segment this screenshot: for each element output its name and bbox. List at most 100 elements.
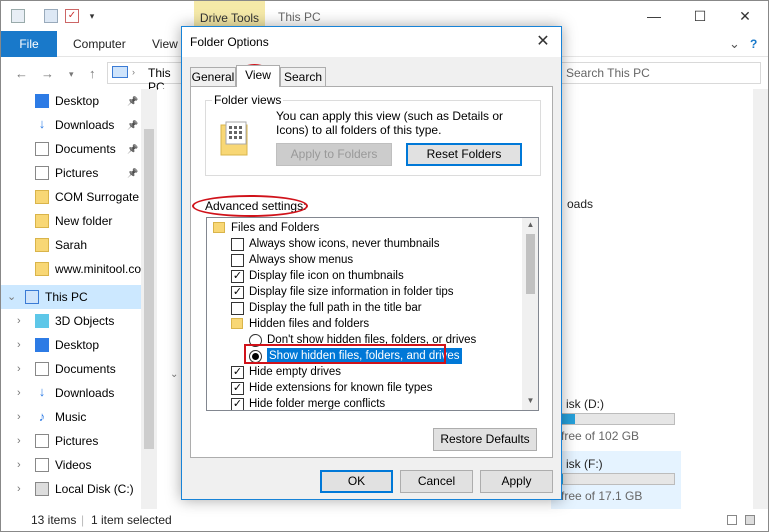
nav-item[interactable]: Desktop 📌 — [1, 89, 141, 113]
help-icon[interactable]: ? — [750, 31, 757, 57]
reset-folders-button[interactable]: Reset Folders — [406, 143, 522, 166]
apply-to-folders-button[interactable]: Apply to Folders — [276, 143, 392, 166]
nav-item[interactable]: ⌄ This PC — [1, 285, 157, 309]
forward-icon[interactable]: → — [41, 66, 54, 81]
nav-scroll-thumb[interactable] — [144, 129, 154, 449]
nav-item[interactable]: New folder — [1, 209, 141, 233]
tree-row-checkbox[interactable]: ✓ Hide empty drives — [207, 364, 519, 380]
tree-row-checkbox[interactable]: ✓ Display file icon on thumbnails — [207, 268, 519, 284]
tree-row-label: Display file size information in folder … — [249, 286, 454, 298]
pin-icon[interactable]: 📌 — [127, 161, 138, 185]
nav-item[interactable]: Pictures 📌 — [1, 161, 141, 185]
nav-item[interactable]: › Videos — [1, 453, 141, 477]
nav-scrollbar[interactable] — [141, 89, 157, 509]
collapsed-chevron-icon[interactable]: › — [17, 309, 21, 333]
tree-row-checkbox[interactable]: ✓ Hide folder merge conflicts — [207, 396, 519, 410]
checkbox-checked[interactable]: ✓ — [231, 270, 244, 283]
expand-ribbon-icon[interactable]: ⌄ — [729, 31, 740, 57]
tree-scroll-thumb[interactable] — [526, 234, 535, 294]
tree-row-checkbox[interactable]: Always show icons, never thumbnails — [207, 236, 519, 252]
tree-row-checkbox[interactable]: ✓ Hide extensions for known file types — [207, 380, 519, 396]
drive-f-label[interactable]: isk (F:) — [566, 457, 603, 471]
back-icon[interactable]: ← — [15, 66, 28, 81]
nav-item-label: www.minitool.co — [55, 262, 141, 276]
properties-icon[interactable] — [44, 9, 58, 23]
music-icon: ♪ — [35, 410, 49, 424]
expanded-chevron-icon[interactable]: ⌄ — [7, 285, 16, 309]
tab-general[interactable]: General — [190, 67, 236, 87]
tree-row-checkbox[interactable]: Always show menus — [207, 252, 519, 268]
tab-search[interactable]: Search — [280, 67, 326, 87]
collapsed-chevron-icon[interactable]: › — [17, 357, 21, 381]
collapsed-chevron-icon[interactable]: › — [17, 333, 21, 357]
up-icon[interactable]: ↑ — [89, 66, 96, 81]
tab-view-active[interactable]: View — [236, 65, 280, 87]
address-input[interactable]: › This PC — [107, 62, 181, 94]
nav-item[interactable]: › 3D Objects — [1, 309, 141, 333]
status-divider: | — [81, 513, 85, 527]
pin-icon[interactable]: 📌 — [127, 89, 138, 113]
tree-row-checkbox[interactable]: Display the full path in the title bar — [207, 300, 519, 316]
collapsed-chevron-icon[interactable]: › — [17, 477, 21, 501]
content-scrollbar[interactable] — [753, 89, 768, 509]
recent-locations-icon[interactable]: ▾ — [69, 69, 74, 80]
collapsed-chevron-icon[interactable]: › — [17, 429, 21, 453]
tab-computer[interactable]: Computer — [73, 31, 126, 57]
nav-item[interactable]: www.minitool.co — [1, 257, 141, 281]
collapsed-chevron-icon[interactable]: › — [17, 453, 21, 477]
nav-item[interactable]: › ♪ Music — [1, 405, 141, 429]
advanced-settings-tree[interactable]: Files and Folders Always show icons, neve… — [206, 217, 539, 411]
tree-row-label: Hide empty drives — [249, 366, 342, 378]
checkbox-checked[interactable]: ✓ — [231, 286, 244, 299]
details-view-icon[interactable] — [727, 515, 737, 525]
large-icons-view-icon[interactable] — [745, 515, 755, 525]
minimize-button[interactable]: — — [631, 1, 677, 31]
nav-item[interactable]: › ↓ Downloads — [1, 381, 141, 405]
tree-row-checkbox[interactable]: ✓ Display file size information in folder… — [207, 284, 519, 300]
scroll-up-icon[interactable]: ▲ — [522, 220, 538, 229]
folder-icon — [35, 190, 49, 204]
checkbox-checked[interactable]: ✓ — [231, 366, 244, 379]
nav-item[interactable]: Documents 📌 — [1, 137, 141, 161]
cancel-button[interactable]: Cancel — [400, 470, 473, 493]
apply-button[interactable]: Apply — [480, 470, 553, 493]
checkbox-checked[interactable]: ✓ — [231, 398, 244, 410]
restore-defaults-button[interactable]: Restore Defaults — [433, 428, 537, 451]
tree-scrollbar[interactable]: ▲ ▼ — [522, 218, 538, 410]
nav-item[interactable]: ↓ Downloads 📌 — [1, 113, 141, 137]
nav-item[interactable]: › Pictures — [1, 429, 141, 453]
collapsed-chevron-icon[interactable]: › — [17, 381, 21, 405]
nav-item[interactable]: › Local Disk (C:) — [1, 477, 141, 501]
videos-icon — [35, 458, 49, 472]
drive-d-label[interactable]: isk (D:) — [566, 397, 604, 411]
drive-f-usage-bar — [560, 473, 675, 485]
collapsed-chevron-icon[interactable]: › — [17, 405, 21, 429]
tab-file[interactable]: File — [1, 31, 57, 57]
group-collapse-icon[interactable]: ⌄ — [170, 369, 178, 380]
scroll-down-icon[interactable]: ▼ — [522, 396, 538, 405]
checklist-icon[interactable]: ✓ — [65, 9, 79, 23]
checkbox-unchecked[interactable] — [231, 238, 244, 251]
checkbox-unchecked[interactable] — [231, 302, 244, 315]
customize-quick-access-icon[interactable]: ▾ — [85, 9, 99, 23]
dialog-close-button[interactable]: ✕ — [529, 29, 557, 55]
checkbox-unchecked[interactable] — [231, 254, 244, 267]
search-input[interactable]: Search This PC — [561, 62, 761, 84]
nav-item[interactable]: › Desktop — [1, 333, 141, 357]
checkbox-checked[interactable]: ✓ — [231, 382, 244, 395]
nav-item[interactable]: › Documents — [1, 357, 141, 381]
pin-icon[interactable]: 📌 — [127, 113, 138, 137]
ok-button[interactable]: OK — [320, 470, 393, 493]
tab-view[interactable]: View — [152, 31, 178, 57]
tree-row-folder: Files and Folders — [207, 220, 519, 236]
close-button[interactable]: ✕ — [722, 1, 768, 31]
status-bar: 13 items | 1 item selected — [1, 509, 768, 531]
dialog-title: Folder Options — [190, 35, 269, 49]
nav-item[interactable]: Sarah — [1, 233, 141, 257]
content-downloads-fragment[interactable]: oads — [567, 197, 593, 211]
pin-icon[interactable]: 📌 — [127, 137, 138, 161]
nav-item[interactable]: COM Surrogate — [1, 185, 141, 209]
maximize-button[interactable]: ☐ — [677, 1, 723, 31]
window-title: This PC — [278, 10, 321, 24]
this-pc-icon — [112, 66, 128, 78]
